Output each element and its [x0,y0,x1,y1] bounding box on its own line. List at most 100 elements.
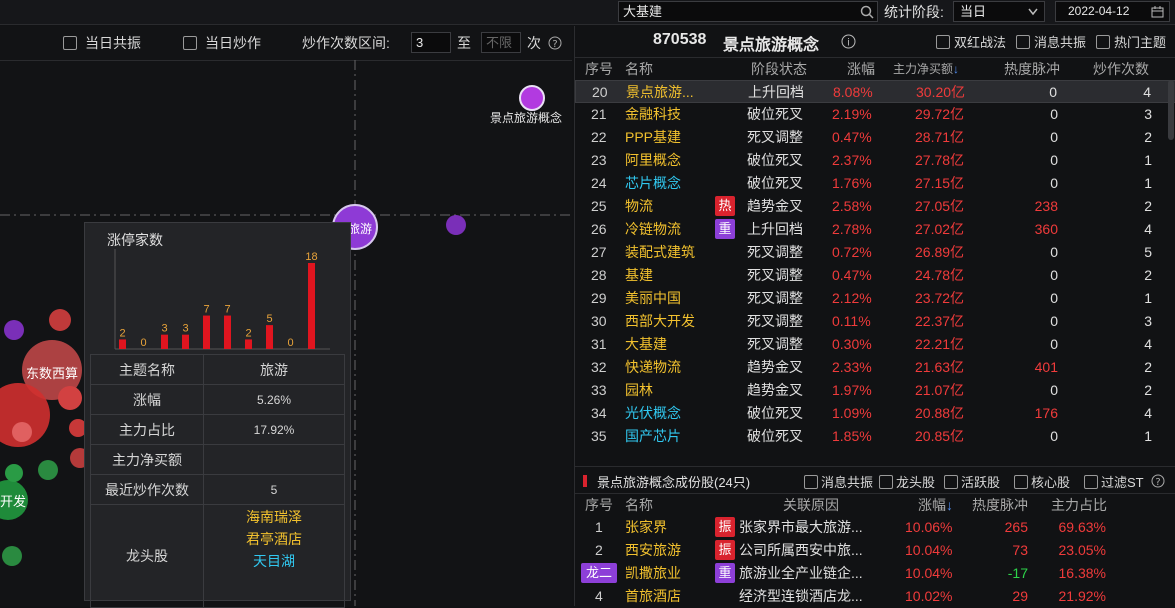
row-name[interactable]: 光伏概念 [625,402,681,425]
row-name[interactable]: 园林 [625,379,653,402]
range-to-input[interactable]: 不限 [481,32,521,53]
row-state: 上升回档 [748,84,804,100]
row-name[interactable]: 阿里概念 [625,149,681,172]
stock-filter-st-checkbox[interactable] [1084,475,1098,489]
col-reason[interactable]: 关联原因 [783,494,839,516]
col-change[interactable]: 涨幅↓ [918,494,953,516]
stock-row[interactable]: 2 西安旅游 振公司所属西安中旅... 10.04% 73 23.05% [575,539,1175,562]
stock-row[interactable]: 1 张家界 振张家界市最大旅游... 10.06% 265 69.63% [575,516,1175,539]
row-name[interactable]: 基建 [625,264,653,287]
concept-row[interactable]: 26 冷链物流 重上升回档 2.78% 27.02亿 360 4 [575,218,1175,241]
row-change: 8.08% [833,84,873,100]
same-day-resonance-checkbox[interactable] [63,36,77,50]
concept-row[interactable]: 32 快递物流 趋势金叉 2.33% 21.63亿 401 2 [575,356,1175,379]
date-picker[interactable]: 2022-04-12 [1055,1,1170,22]
news-resonance-checkbox[interactable] [1016,35,1030,49]
col-state[interactable]: 阶段状态 [751,58,807,80]
stock-leader-checkbox[interactable] [879,475,893,489]
concept-scrollbar[interactable] [1168,80,1174,140]
bubble-highlight[interactable] [519,85,545,111]
col-heat[interactable]: 热度脉冲 [972,494,1028,516]
col-heat[interactable]: 热度脉冲 [1004,58,1060,80]
row-name[interactable]: 景点旅游... [626,81,694,104]
concept-row[interactable]: 34 光伏概念 破位死叉 1.09% 20.88亿 176 4 [575,402,1175,425]
stock-news-checkbox[interactable] [804,475,818,489]
row-name[interactable]: 西安旅游 [625,539,681,562]
concept-row[interactable]: 25 物流 热趋势金叉 2.58% 27.05亿 238 2 [575,195,1175,218]
stock-row[interactable]: 4 首旅酒店 经济型连锁酒店龙... 10.02% 29 21.92% [575,585,1175,608]
row-name[interactable]: 冷链物流 [625,218,681,241]
row-change: 0.47% [832,267,872,283]
col-net-buy[interactable]: 主力净买额↓ [893,58,959,80]
row-name[interactable]: 大基建 [625,333,667,356]
row-name[interactable]: 美丽中国 [625,287,681,310]
concept-row[interactable]: 22 PPP基建 死叉调整 0.47% 28.71亿 0 2 [575,126,1175,149]
bubble[interactable] [2,546,22,566]
row-reason[interactable]: 经济型连锁酒店龙... [739,585,863,608]
row-name[interactable]: 首旅酒店 [625,585,681,608]
row-reason[interactable]: 公司所属西安中旅... [739,539,863,562]
same-day-speculation-label: 当日炒作 [205,35,261,51]
help-icon[interactable]: ? [548,36,562,50]
concept-row[interactable]: 21 金融科技 破位死叉 2.19% 29.72亿 0 3 [575,103,1175,126]
row-reason[interactable]: 旅游业全产业链企... [739,562,863,585]
hot-theme-checkbox[interactable] [1096,35,1110,49]
row-name[interactable]: 芯片概念 [625,172,681,195]
row-name[interactable]: 装配式建筑 [625,241,695,264]
concept-row[interactable]: 29 美丽中国 死叉调整 2.12% 23.72亿 0 1 [575,287,1175,310]
concept-row[interactable]: 24 芯片概念 破位死叉 1.76% 27.15亿 0 1 [575,172,1175,195]
row-name[interactable]: 张家界 [625,516,667,539]
concept-row[interactable]: 33 园林 趋势金叉 1.97% 21.07亿 0 2 [575,379,1175,402]
row-name[interactable]: 凯撒旅业 [625,562,681,585]
search-input[interactable]: 大基建 [618,1,878,22]
concept-row[interactable]: 23 阿里概念 破位死叉 2.37% 27.78亿 0 1 [575,149,1175,172]
concept-row[interactable]: 28 基建 死叉调整 0.47% 24.78亿 0 2 [575,264,1175,287]
concept-row[interactable]: 30 西部大开发 死叉调整 0.11% 22.37亿 0 3 [575,310,1175,333]
key-badge: 重 [715,219,735,239]
row-name[interactable]: 西部大开发 [625,310,695,333]
range-from-input[interactable]: 3 [411,32,451,53]
leader-stock[interactable]: 天目湖 [205,550,343,572]
concept-row[interactable]: 35 国产芯片 破位死叉 1.85% 20.85亿 0 1 [575,425,1175,448]
surge-badge: 振 [715,517,735,537]
row-reason[interactable]: 张家界市最大旅游... [739,516,863,539]
help-icon[interactable]: ? [1151,474,1165,488]
row-state: 破位死叉 [747,152,803,168]
stock-row[interactable]: 龙二 凯撒旅业 重旅游业全产业链企... 10.04% -17 16.38% [575,562,1175,585]
bubble[interactable] [58,386,82,410]
bubble[interactable] [49,309,71,331]
row-heat: 0 [1050,244,1058,260]
col-no[interactable]: 序号 [585,58,613,80]
col-times[interactable]: 炒作次数 [1093,58,1149,80]
row-name[interactable]: PPP基建 [625,126,681,149]
col-name[interactable]: 名称 [625,494,653,516]
stock-core-label: 核心股 [1031,475,1071,490]
row-name[interactable]: 快递物流 [625,356,681,379]
row-name[interactable]: 金融科技 [625,103,681,126]
concept-header: 870538 景点旅游概念 i 双红战法 消息共振 热门主题 [575,26,1175,56]
leader-stock[interactable]: 海南瑞泽 [205,506,343,528]
col-ratio[interactable]: 主力占比 [1051,494,1107,516]
col-no[interactable]: 序号 [585,494,613,516]
double-red-checkbox[interactable] [936,35,950,49]
col-name[interactable]: 名称 [625,58,653,80]
search-icon[interactable] [860,5,874,19]
bubble[interactable] [446,215,466,235]
row-name[interactable]: 物流 [625,195,653,218]
bubble[interactable] [5,464,23,482]
info-circle-icon[interactable]: i [841,34,856,49]
concept-row[interactable]: 31 大基建 死叉调整 0.30% 22.21亿 0 4 [575,333,1175,356]
concept-row[interactable]: 20 景点旅游... 上升回档 8.08% 30.20亿 0 4 [575,80,1175,103]
col-change[interactable]: 涨幅 [847,58,875,80]
stock-core-checkbox[interactable] [1014,475,1028,489]
row-times: 5 [1144,244,1152,260]
bubble[interactable] [12,422,32,442]
stat-stage-select[interactable]: 当日 [953,1,1045,22]
concept-row[interactable]: 27 装配式建筑 死叉调整 0.72% 26.89亿 0 5 [575,241,1175,264]
stock-active-checkbox[interactable] [944,475,958,489]
bubble[interactable] [38,460,58,480]
bubble[interactable] [4,320,24,340]
same-day-speculation-checkbox[interactable] [183,36,197,50]
row-name[interactable]: 国产芯片 [625,425,681,448]
leader-stock[interactable]: 君亭酒店 [205,528,343,550]
